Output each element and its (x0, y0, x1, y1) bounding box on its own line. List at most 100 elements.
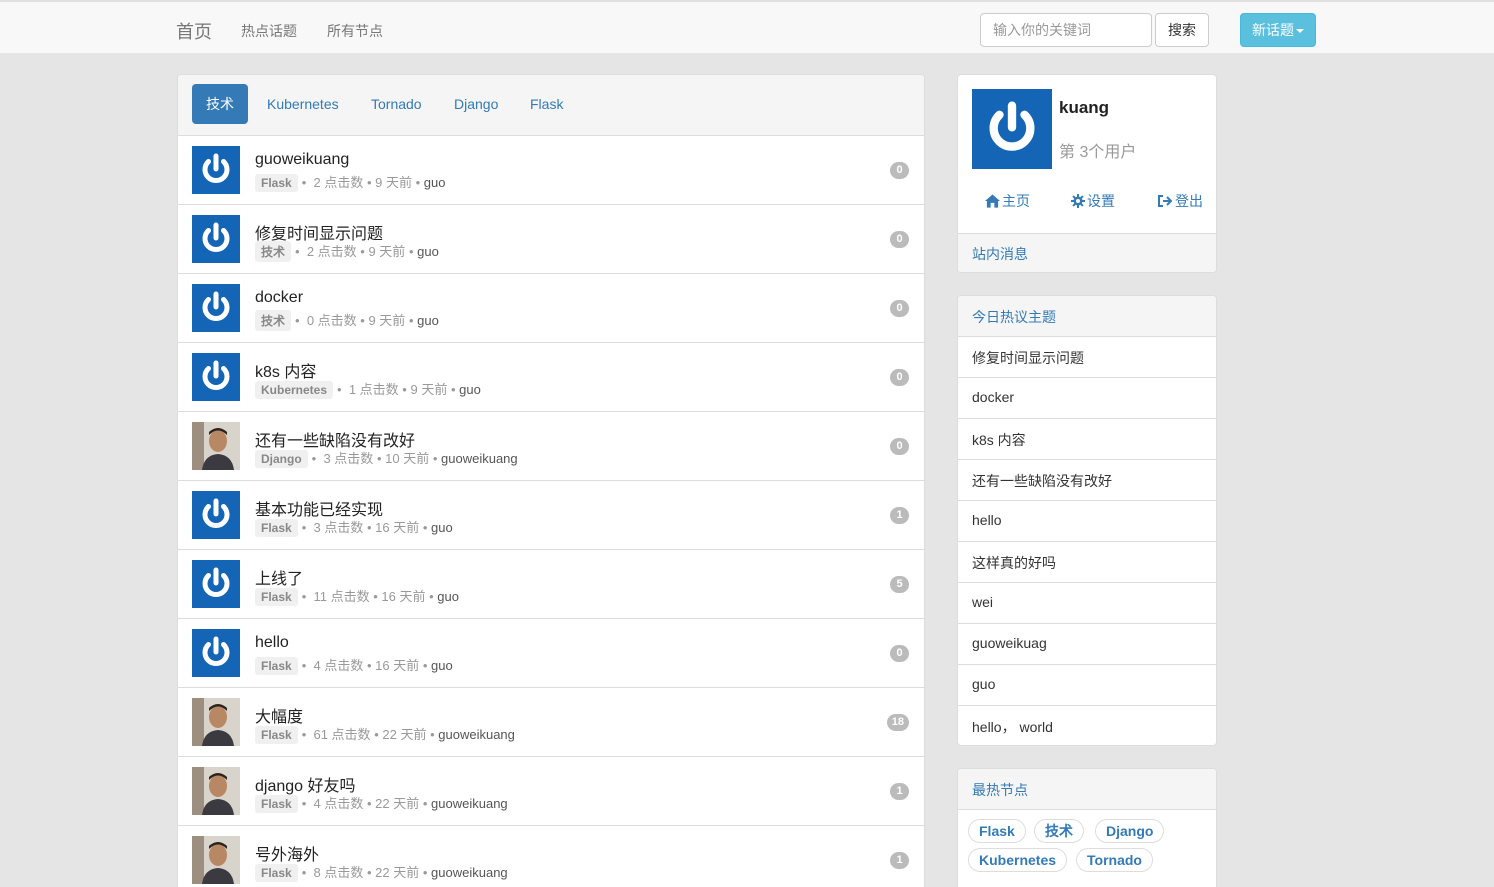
hot-topic-item[interactable]: 还有一些缺陷没有改好 (958, 460, 1216, 501)
hot-topic-item[interactable]: guo (958, 665, 1216, 706)
topic-node-badge[interactable]: Flask (255, 588, 298, 606)
hot-nodes-title[interactable]: 最热节点 (958, 769, 1216, 810)
hot-topic-item[interactable]: 修复时间显示问题 (958, 337, 1216, 378)
meta-separator: • (366, 865, 372, 880)
tab-kubernetes[interactable]: Kubernetes (253, 84, 353, 124)
topic-node-badge[interactable]: Flask (255, 726, 298, 744)
profile-logout-link[interactable]: 登出 (1157, 191, 1203, 211)
profile-avatar[interactable] (972, 89, 1052, 169)
topic-meta: Flask • 8 点击数 • 22 天前 • guoweikuang (255, 862, 508, 882)
tab-tornado[interactable]: Tornado (357, 84, 436, 124)
topic-row[interactable]: 还有一些缺陷没有改好 Django • 3 点击数 • 10 天前 • guowei… (178, 412, 924, 481)
user-avatar[interactable] (192, 767, 240, 815)
topic-time: 10 天前 (385, 451, 430, 466)
search-button[interactable]: 搜索 (1155, 13, 1209, 47)
topic-meta: Flask • 4 点击数 • 22 天前 • guoweikuang (255, 793, 508, 813)
topic-row[interactable]: hello Flask • 4 点击数 • 16 天前 • guo 0 (178, 619, 924, 688)
topic-title[interactable]: hello (255, 634, 289, 652)
node-pill-flask[interactable]: Flask (968, 819, 1026, 843)
topic-author[interactable]: guoweikuang (431, 796, 508, 811)
power-icon[interactable] (192, 491, 240, 539)
topic-clicks: 11 点击数 (313, 589, 370, 604)
topic-row[interactable]: django 好友吗 Flask • 4 点击数 • 22 天前 • guoweik… (178, 757, 924, 826)
tab-tech[interactable]: 技术 (192, 84, 248, 124)
meta-separator: • (402, 382, 407, 397)
topic-node-badge[interactable]: Kubernetes (255, 381, 334, 399)
hot-topic-item[interactable]: docker (958, 378, 1216, 419)
topic-row[interactable]: docker 技术 • 0 点击数 • 9 天前 • guo 0 (178, 274, 924, 343)
topic-meta: Flask • 11 点击数 • 16 天前 • guo (255, 586, 459, 606)
topic-row[interactable]: 修复时间显示问题 技术 • 2 点击数 • 9 天前 • guo 0 (178, 205, 924, 274)
meta-separator: • (422, 865, 428, 880)
meta-separator: • (430, 727, 435, 742)
nav-hot-topics[interactable]: 热点话题 (241, 21, 297, 41)
node-pill-tornado[interactable]: Tornado (1076, 848, 1153, 872)
topic-row[interactable]: k8s 内容 Kubernetes • 1 点击数 • 9 天前 • guo 0 (178, 343, 924, 412)
meta-separator: • (360, 244, 365, 259)
node-pill-django[interactable]: Django (1095, 819, 1165, 843)
topic-node-badge[interactable]: 技术 (255, 310, 292, 331)
site-messages-link[interactable]: 站内消息 (958, 233, 1216, 272)
topic-author[interactable]: guo (437, 589, 459, 604)
topic-node-badge[interactable]: Django (255, 450, 308, 468)
topic-node-badge[interactable]: Flask (255, 864, 298, 882)
topic-row[interactable]: guoweikuang Flask • 2 点击数 • 9 天前 • guo 0 (178, 136, 924, 205)
meta-separator: • (360, 313, 365, 328)
topic-title[interactable]: guoweikuang (255, 151, 349, 169)
topic-meta: 技术 • 0 点击数 • 9 天前 • guo (255, 310, 439, 331)
power-icon[interactable] (192, 629, 240, 677)
hot-topic-item[interactable]: 这样真的好吗 (958, 542, 1216, 583)
reply-count-badge: 1 (890, 783, 909, 800)
nav-home-brand[interactable]: 首页 (176, 18, 212, 44)
tab-flask[interactable]: Flask (516, 84, 577, 124)
node-tabs: 技术 Kubernetes Tornado Django Flask (178, 75, 924, 136)
topic-node-badge[interactable]: Flask (255, 174, 298, 192)
topic-author[interactable]: guo (431, 520, 453, 535)
power-icon[interactable] (192, 146, 240, 194)
topic-row[interactable]: 上线了 Flask • 11 点击数 • 16 天前 • guo 5 (178, 550, 924, 619)
topic-author[interactable]: guo (431, 658, 453, 673)
meta-separator: • (301, 175, 307, 190)
hot-nodes-card: 最热节点 Flask 技术 Django Kubernetes Tornado (957, 768, 1217, 887)
new-topic-button[interactable]: 新话题 (1240, 13, 1316, 47)
profile-settings-link[interactable]: 设置 (1071, 191, 1115, 211)
power-icon[interactable] (192, 284, 240, 332)
profile-home-link[interactable]: 主页 (985, 191, 1030, 211)
topic-author[interactable]: guo (417, 244, 439, 259)
topic-author[interactable]: guo (424, 175, 446, 190)
topic-row[interactable]: 大幅度 Flask • 61 点击数 • 22 天前 • guoweikuang 18 (178, 688, 924, 757)
topic-author[interactable]: guoweikuang (438, 727, 515, 742)
topic-author[interactable]: guo (459, 382, 481, 397)
topic-node-badge[interactable]: Flask (255, 519, 298, 537)
node-pill-kubernetes[interactable]: Kubernetes (968, 848, 1068, 872)
topic-row[interactable]: 号外海外 Flask • 8 点击数 • 22 天前 • guoweikuang 1 (178, 826, 924, 887)
topic-node-badge[interactable]: Flask (255, 657, 298, 675)
hot-topic-item[interactable]: hello， world (958, 706, 1216, 745)
tab-django[interactable]: Django (440, 84, 512, 124)
topic-row[interactable]: 基本功能已经实现 Flask • 3 点击数 • 16 天前 • guo 1 (178, 481, 924, 550)
topic-author[interactable]: guoweikuang (441, 451, 518, 466)
power-icon[interactable] (192, 353, 240, 401)
search-input[interactable] (980, 13, 1152, 47)
hot-topic-item[interactable]: guoweikuag (958, 624, 1216, 665)
topic-author[interactable]: guo (417, 313, 439, 328)
topic-node-badge[interactable]: 技术 (255, 241, 292, 262)
topic-node-badge[interactable]: Flask (255, 795, 298, 813)
meta-separator: • (301, 796, 307, 811)
user-avatar[interactable] (192, 422, 240, 470)
node-pill-tech[interactable]: 技术 (1034, 819, 1084, 843)
meta-separator: • (429, 589, 434, 604)
hot-topic-item[interactable]: k8s 内容 (958, 419, 1216, 460)
nav-all-nodes[interactable]: 所有节点 (327, 21, 383, 41)
user-avatar[interactable] (192, 836, 240, 884)
power-icon[interactable] (192, 560, 240, 608)
hot-topics-title[interactable]: 今日热议主题 (958, 296, 1216, 337)
power-icon[interactable] (192, 215, 240, 263)
profile-username[interactable]: kuang (1059, 98, 1109, 118)
topic-title[interactable]: docker (255, 289, 303, 307)
hot-topic-item[interactable]: wei (958, 583, 1216, 624)
profile-card: kuang 第 3个用户 主页 设置 登出 站内消息 (957, 74, 1217, 273)
hot-topic-item[interactable]: hello (958, 501, 1216, 542)
user-avatar[interactable] (192, 698, 240, 746)
topic-author[interactable]: guoweikuang (431, 865, 508, 880)
